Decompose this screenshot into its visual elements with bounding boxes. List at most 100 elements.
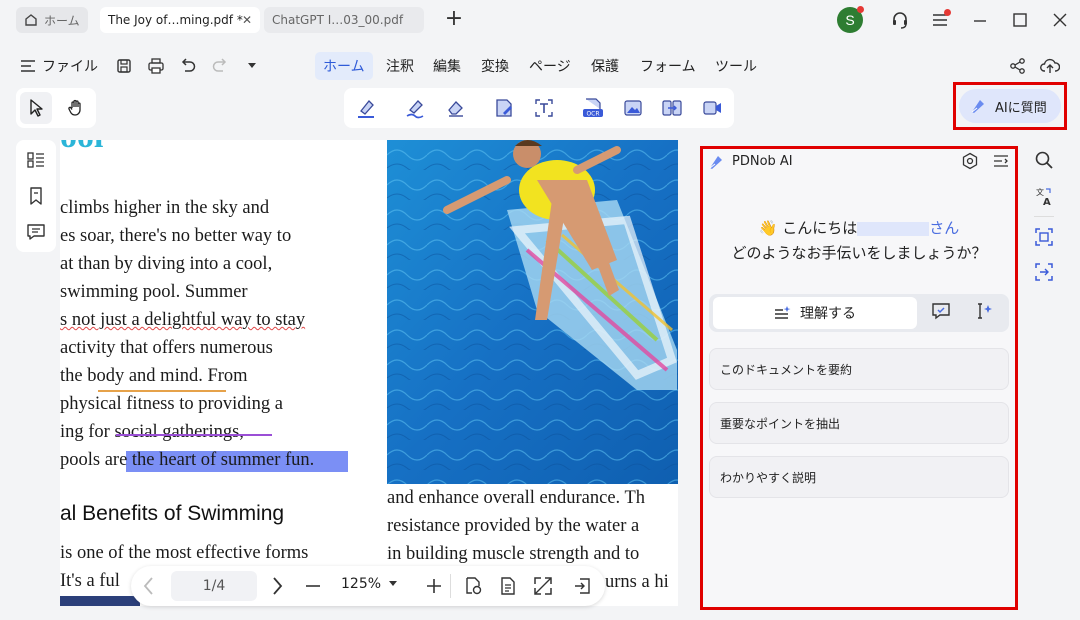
zoom-out-icon[interactable] xyxy=(303,576,323,596)
compare-icon[interactable] xyxy=(660,96,684,120)
ocr-icon[interactable]: OCR xyxy=(581,96,605,120)
select-tool-button[interactable] xyxy=(20,92,52,124)
ai-panel-title: PDNob AI xyxy=(732,154,793,169)
suggestion-summarize[interactable]: このドキュメントを要約 xyxy=(709,348,1009,390)
menu-tab-tools[interactable]: ツール xyxy=(709,52,763,80)
previous-page-icon[interactable] xyxy=(143,576,155,596)
fit-page-icon[interactable] xyxy=(463,576,483,596)
tab-document-active[interactable]: The Joy of…ming.pdf * ✕ xyxy=(100,7,260,33)
undo-icon[interactable] xyxy=(176,54,200,78)
maximize-icon[interactable] xyxy=(1010,10,1030,30)
tools-divider xyxy=(1034,216,1054,217)
next-page-icon[interactable] xyxy=(271,576,283,596)
eraser-icon[interactable] xyxy=(444,96,468,120)
edit-text-icon[interactable] xyxy=(492,96,516,120)
zoom-in-icon[interactable] xyxy=(424,576,444,596)
zoom-dropdown[interactable]: 125% xyxy=(341,576,398,592)
doc-right-line-2: resistance provided by the water a xyxy=(387,516,640,536)
doc-right-line-3: in building muscle strength and to xyxy=(387,544,640,564)
strikethrough-annotation xyxy=(116,434,272,436)
headset-icon[interactable] xyxy=(890,10,910,30)
menu-tab-protect[interactable]: 保護 xyxy=(585,52,625,80)
highlight-tool-icon[interactable] xyxy=(354,96,378,120)
tab-home[interactable]: ホーム xyxy=(16,7,88,33)
cloud-upload-icon[interactable] xyxy=(1038,54,1062,78)
page-number-input[interactable]: 1/4 xyxy=(171,571,257,601)
doc-line-1: climbs higher in the sky and xyxy=(60,198,270,218)
doc-line-9: ing for social gatherings, xyxy=(60,422,244,442)
doc-line-3: at than by diving into a cool, xyxy=(60,254,273,274)
collapse-panel-icon[interactable] xyxy=(992,152,1010,170)
partial-image-fragment xyxy=(60,596,140,606)
section-heading: al Benefits of Swimming xyxy=(60,502,285,525)
media-tool-icon[interactable] xyxy=(700,96,724,120)
tab-document-inactive[interactable]: ChatGPT I…03_00.pdf xyxy=(264,7,424,33)
suggestion-explain[interactable]: わかりやすく説明 xyxy=(709,456,1009,498)
menu-tab-convert[interactable]: 変換 xyxy=(475,52,515,80)
menu-tab-annotate[interactable]: 注釈 xyxy=(380,52,420,80)
tab-active-label: The Joy of…ming.pdf * xyxy=(108,13,243,27)
crop-capture-icon[interactable] xyxy=(1032,225,1056,249)
hand-icon xyxy=(67,99,85,117)
menu-tab-form[interactable]: フォーム xyxy=(634,52,702,80)
doc-line-6: activity that offers numerous xyxy=(60,338,273,358)
settings-gear-icon[interactable] xyxy=(961,152,979,170)
search-icon[interactable] xyxy=(1032,148,1056,172)
zoom-level: 125% xyxy=(341,576,382,592)
share-icon[interactable] xyxy=(1006,54,1030,78)
greeting-prefix: こんにちは xyxy=(782,219,858,237)
ai-pen-icon xyxy=(969,97,987,115)
thumbnails-icon[interactable] xyxy=(24,148,48,172)
tab-close-icon[interactable]: ✕ xyxy=(242,13,252,27)
quick-access-dropdown-icon[interactable] xyxy=(240,54,264,78)
menu-tab-edit[interactable]: 編集 xyxy=(427,52,467,80)
ask-ai-button[interactable]: AIに質問 xyxy=(959,89,1061,123)
doc-right-line-1: and enhance overall endurance. Th xyxy=(387,488,646,508)
mode-understand-button[interactable]: 理解する xyxy=(713,297,917,329)
right-tools-sidebar: 文A xyxy=(1024,140,1064,290)
doc-line-2: es soar, there's no better way to xyxy=(60,226,292,246)
document-page[interactable]: ool climbs higher in the sky and es soar… xyxy=(60,140,678,606)
underline-tool-icon[interactable] xyxy=(403,96,427,120)
svg-text:A: A xyxy=(1043,197,1051,206)
doc-line-11: is one of the most effective forms xyxy=(60,543,309,563)
menu-bar: ファイル ホーム 注釈 編集 変換 ページ 保護 フォーム ツール xyxy=(0,46,1080,86)
fullscreen-icon[interactable] xyxy=(533,576,553,596)
file-menu[interactable]: ファイル xyxy=(14,52,104,80)
text-recognition-icon[interactable] xyxy=(532,96,556,120)
doc-line-7: the body and mind. From xyxy=(60,366,248,386)
chat-mode-icon[interactable] xyxy=(931,301,951,321)
bookmark-icon[interactable] xyxy=(24,184,48,208)
underline-annotation xyxy=(98,390,226,392)
menu-tab-home[interactable]: ホーム xyxy=(315,52,373,80)
left-sidebar xyxy=(16,140,56,252)
home-icon xyxy=(24,13,38,27)
pool-photo xyxy=(387,140,678,484)
doc-line-8: physical fitness to providing a xyxy=(60,394,283,414)
close-window-icon[interactable] xyxy=(1050,10,1070,30)
print-icon[interactable] xyxy=(144,54,168,78)
exit-page-mode-icon[interactable] xyxy=(573,576,593,596)
page-layout-icon[interactable] xyxy=(498,576,518,596)
hand-tool-button[interactable] xyxy=(60,92,92,124)
redo-icon[interactable] xyxy=(208,54,232,78)
menu-tab-page[interactable]: ページ xyxy=(523,52,577,80)
minimize-icon[interactable] xyxy=(970,10,990,30)
title-bar: ホーム The Joy of…ming.pdf * ✕ ChatGPT I…03… xyxy=(0,0,1080,40)
chevron-down-icon xyxy=(389,581,398,587)
screen-capture-icon[interactable] xyxy=(1032,260,1056,284)
greeting-suffix: さん xyxy=(929,219,960,237)
translate-icon[interactable]: 文A xyxy=(1032,184,1056,208)
list-icon xyxy=(20,59,36,73)
cursor-tools-group xyxy=(16,88,96,128)
greeting-line: 👋 こんにちは さん xyxy=(703,217,1015,238)
svg-text:OCR: OCR xyxy=(586,111,599,118)
page-navigation-bar: 1/4 125% xyxy=(131,566,605,606)
save-icon[interactable] xyxy=(112,54,136,78)
doc-line-5-spellcheck: s not just a delightful way to stay xyxy=(60,310,306,330)
new-tab-button[interactable]: + xyxy=(444,7,464,31)
text-ai-mode-icon[interactable] xyxy=(974,301,994,321)
suggestion-key-points[interactable]: 重要なポイントを抽出 xyxy=(709,402,1009,444)
image-tool-icon[interactable] xyxy=(621,96,645,120)
comment-icon[interactable] xyxy=(24,220,48,244)
